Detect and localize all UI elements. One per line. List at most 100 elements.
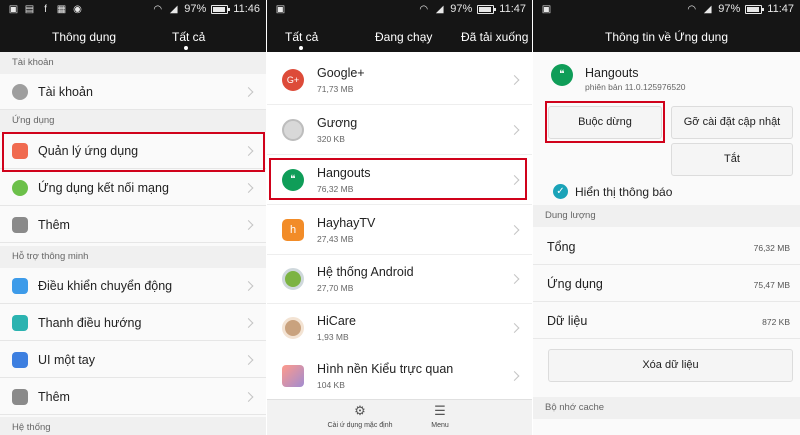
menu-button[interactable]: ☰ Menu [422,404,458,430]
section-cache: Bộ nhớ cache [533,397,800,419]
battery-icon [211,4,231,14]
chevron-right-icon [243,219,254,230]
wallpaper-icon [282,365,304,387]
tab-all[interactable]: Tất cả [172,30,205,44]
battery-percent: 97% [718,3,741,15]
signal-icon: ◢ [435,3,444,15]
app-name: Hangouts [317,166,371,180]
checkbox-checked-icon[interactable]: ✓ [553,184,568,199]
chevron-right-icon [509,274,520,284]
settings-screen: ▣ ▤ f ▦ ◉ ◠ ◢ 97% 11:46 Thông dụng Tất c… [0,0,266,435]
settings-item-label: UI một tay [38,353,95,367]
clock: 11:46 [233,3,260,15]
android-system-icon [282,268,304,290]
app-name: Hệ thống Android [317,265,414,279]
settings-item-navigation-bar[interactable]: Thanh điều hướng [0,305,266,341]
app-size: 104 KB [317,380,345,390]
settings-item-label: Thêm [38,218,70,232]
settings-item-app-manager[interactable]: Quản lý ứng dụng [0,133,266,169]
clock: 11:47 [499,3,526,15]
app-row-mirror[interactable]: Gương 320 KB [267,106,532,155]
picture-icon: ▣ [541,4,552,15]
app-name: Gương [317,116,358,130]
account-icon [12,84,28,100]
settings-item-label: Tài khoản [38,85,93,99]
app-row-google-plus[interactable]: G+ Google+ 71,73 MB [267,56,532,105]
hicare-icon [282,317,304,339]
chevron-right-icon [243,317,254,328]
app-row-hangouts[interactable]: ❝ Hangouts 76,32 MB [267,156,532,205]
tab-indicator [184,46,188,50]
app-row-android-system[interactable]: Hệ thống Android 27,70 MB [267,255,532,304]
hangouts-icon: ❝ [551,64,573,86]
picture-icon: ▣ [8,4,19,15]
tab-indicator [299,46,303,50]
more-icon [12,389,28,405]
section-apps: Ứng dụng [0,110,266,132]
settings-item-label: Thanh điều hướng [38,316,142,330]
settings-item-label: Thêm [38,390,70,404]
settings-item-label: Điều khiển chuyển động [38,279,173,293]
status-bar: ▣ ◠ ◢ 97% 11:47 [533,0,800,20]
app-manager-icon [12,143,28,159]
image-icon: ▦ [56,4,67,15]
storage-row-total: Tổng 76,32 MB [533,229,800,265]
chevron-right-icon [509,125,520,135]
facebook-icon: f [44,4,47,15]
settings-item-more-apps[interactable]: Thêm [0,207,266,243]
app-name: Hình nền Kiểu trực quan [317,362,454,376]
settings-item-account[interactable]: Tài khoản [0,74,266,110]
tab-all[interactable]: Tất cả [285,30,318,44]
settings-item-more-smart[interactable]: Thêm [0,379,266,415]
sim-icon: ▤ [24,4,35,15]
app-name: HiCare [317,314,356,328]
uninstall-updates-button[interactable]: Gỡ cài đặt cập nhật [671,106,793,139]
clock: 11:47 [767,3,794,15]
battery-percent: 97% [184,3,207,15]
hayhaytv-icon: h [282,219,304,241]
chevron-right-icon [509,225,520,235]
battery-icon [477,4,497,14]
app-row-hicare[interactable]: HiCare 1,93 MB [267,304,532,353]
hand-gesture-icon [12,278,28,294]
signal-icon: ◢ [169,3,178,15]
status-bar: ▣ ▤ f ▦ ◉ ◠ ◢ 97% 11:46 [0,0,266,20]
app-row-hayhaytv[interactable]: h HayhayTV 27,43 MB [267,206,532,255]
section-storage: Dung lượng [533,205,800,227]
storage-value: 76,32 MB [753,243,790,253]
app-name: Google+ [317,66,365,80]
chevron-right-icon [509,175,520,185]
chevron-right-icon [243,280,254,291]
chevron-right-icon [243,86,254,97]
battery-icon [745,4,765,14]
app-row-wallpaper[interactable]: Hình nền Kiểu trực quan 104 KB [267,352,532,401]
clear-data-button[interactable]: Xóa dữ liệu [548,349,793,382]
bottom-bar: ⚙ Cài ứ dụng mặc định ☰ Menu [267,399,532,435]
storage-row-data: Dữ liệu 872 KB [533,303,800,339]
force-stop-button[interactable]: Buộc dừng [548,106,662,139]
section-account: Tài khoản [0,52,266,74]
default-apps-label: Cài ứ dụng mặc định [327,422,393,429]
storage-row-app: Ứng dụng 75,47 MB [533,266,800,302]
menu-label: Menu [431,422,449,429]
chevron-right-icon [243,182,254,193]
tab-common[interactable]: Thông dụng [52,30,116,44]
settings-item-label: Quản lý ứng dụng [38,144,139,158]
settings-item-motion-control[interactable]: Điều khiển chuyển động [0,268,266,304]
app-name: HayhayTV [317,216,376,230]
chevron-right-icon [509,371,520,381]
app-size: 27,43 MB [317,234,354,244]
storage-label: Ứng dụng [547,277,603,291]
settings-item-connected-apps[interactable]: Ứng dụng kết nối mạng [0,170,266,206]
settings-item-one-hand-ui[interactable]: UI một tay [0,342,266,378]
tab-downloaded[interactable]: Đã tải xuống [461,30,528,44]
tab-bar: Thông dụng Tất cả [0,20,266,52]
tab-running[interactable]: Đang chạy [375,30,432,44]
gear-icon: ⚙ [354,403,366,418]
default-apps-button[interactable]: ⚙ Cài ứ dụng mặc định [325,403,395,430]
disable-button[interactable]: Tắt [671,143,793,176]
app-size: 1,93 MB [317,332,349,342]
storage-value: 872 KB [762,317,790,327]
chevron-right-icon [243,391,254,402]
status-bar: ▣ ◠ ◢ 97% 11:47 [267,0,532,20]
